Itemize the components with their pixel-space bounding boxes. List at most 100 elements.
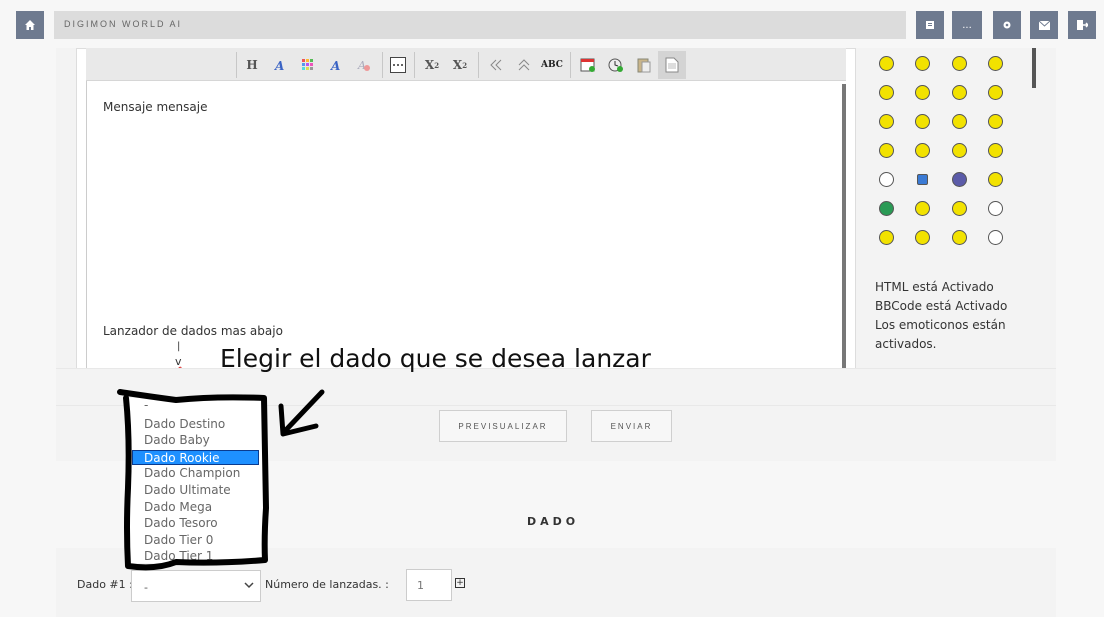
lanzadas-value: 1: [417, 579, 424, 592]
font-color-tool[interactable]: A: [268, 53, 292, 77]
chevron-down-icon: [244, 582, 254, 589]
emoji-icon[interactable]: [915, 114, 930, 129]
emoji-icon[interactable]: [952, 230, 967, 245]
dado-title: DADO: [527, 515, 580, 528]
emoji-scrollbar[interactable]: [1032, 48, 1036, 88]
date-tool[interactable]: [576, 53, 600, 77]
spellcheck-tool[interactable]: ABC: [540, 53, 564, 77]
source-tool[interactable]: [658, 51, 686, 79]
lanzadas-label: Número de lanzadas. :: [265, 578, 389, 591]
dado1-value: -: [144, 581, 148, 594]
home-button[interactable]: [16, 11, 44, 39]
time-tool[interactable]: [604, 53, 628, 77]
spellcheck-icon: ABC: [541, 60, 563, 70]
emoji-icon[interactable]: [915, 230, 930, 245]
logout-button[interactable]: [1068, 11, 1096, 39]
gear-icon: [1003, 21, 1011, 29]
horizontal-rule-tool[interactable]: [386, 53, 410, 77]
emoji-icon[interactable]: [879, 56, 894, 71]
calendar-icon: [580, 58, 595, 72]
emoji-icon[interactable]: [988, 114, 1003, 129]
lanzadas-input[interactable]: 1: [406, 569, 452, 601]
undo-tool[interactable]: [484, 53, 508, 77]
redo-tool[interactable]: [512, 53, 536, 77]
list-button[interactable]: [916, 11, 944, 39]
emoji-icon[interactable]: [915, 143, 930, 158]
mail-button[interactable]: [1030, 11, 1058, 39]
settings-button[interactable]: [993, 11, 1021, 39]
send-button[interactable]: ENVIAR: [591, 410, 672, 442]
emoji-icon[interactable]: [915, 201, 930, 216]
emoji-icon[interactable]: [952, 143, 967, 158]
mail-icon: [1038, 20, 1050, 30]
site-title-bar[interactable]: DIGIMON WORLD AI: [54, 11, 906, 39]
more-button[interactable]: ...: [952, 11, 982, 39]
emoji-icon[interactable]: [988, 56, 1003, 71]
paste-icon: [637, 58, 651, 73]
toolbar-separator: [236, 52, 237, 78]
html-status: HTML está Activado: [875, 280, 994, 294]
palette-tool[interactable]: [296, 53, 320, 77]
emoticons-status-cont: activados.: [875, 337, 937, 351]
font-style-icon: A: [330, 59, 340, 72]
emoji-icon[interactable]: [952, 201, 967, 216]
emoji-icon[interactable]: [879, 201, 894, 216]
emoji-icon[interactable]: [915, 56, 930, 71]
annotation-arrow-icon: [278, 389, 325, 437]
heading-tool[interactable]: H: [240, 53, 264, 77]
toolbar-separator: [478, 52, 479, 78]
site-title: DIGIMON WORLD AI: [64, 19, 183, 29]
font-style-tool[interactable]: A: [324, 53, 348, 77]
horizontal-rule-icon: [390, 57, 406, 73]
heading-icon: H: [246, 58, 258, 72]
list-icon: [926, 21, 934, 29]
emoji-icon[interactable]: [988, 143, 1003, 158]
emoji-icon[interactable]: [952, 56, 967, 71]
emoji-icon[interactable]: [879, 172, 894, 187]
palette-icon: [302, 59, 313, 70]
editor-arrow-mark: |: [177, 341, 181, 352]
svg-text:A: A: [357, 59, 366, 72]
emoji-icon[interactable]: [879, 114, 894, 129]
toolbar-separator: [414, 52, 415, 78]
remove-format-icon: A: [357, 59, 370, 72]
dado1-label: Dado #1 :: [77, 578, 133, 591]
superscript-tool[interactable]: X2: [448, 53, 472, 77]
emoji-icon[interactable]: [988, 85, 1003, 100]
emoji-icon[interactable]: [988, 230, 1003, 245]
emoticons-status: Los emoticonos están: [875, 318, 1006, 332]
annotation-text: Elegir el dado que se desea lanzar: [220, 344, 651, 373]
editor-toolbar: H A A A X2 X2 ABC: [86, 48, 846, 81]
undo-icon: [490, 59, 502, 71]
emoji-icon[interactable]: [952, 172, 967, 187]
editor-line-1: Mensaje mensaje: [103, 100, 208, 114]
editor-arrow-v: v: [175, 355, 182, 368]
remove-format-tool[interactable]: A: [352, 53, 376, 77]
svg-text:A: A: [274, 59, 284, 72]
hand-drawn-outline: [117, 389, 269, 571]
subscript-icon: X: [424, 58, 435, 72]
subscript-tool[interactable]: X2: [420, 53, 444, 77]
paste-tool[interactable]: [632, 53, 656, 77]
emoji-icon[interactable]: [952, 85, 967, 100]
add-dado-button[interactable]: +: [455, 578, 465, 588]
font-color-icon: A: [274, 59, 284, 72]
emoji-icon[interactable]: [952, 114, 967, 129]
emoji-icon[interactable]: [879, 143, 894, 158]
editor-scrollbar[interactable]: [842, 84, 846, 372]
logout-icon: [1076, 20, 1088, 30]
star-icon[interactable]: [917, 174, 928, 185]
document-icon: [665, 57, 679, 73]
preview-button[interactable]: PREVISUALIZAR: [439, 410, 567, 442]
superscript-icon: X: [452, 58, 463, 72]
emoji-icon[interactable]: [915, 85, 930, 100]
home-icon: [25, 20, 35, 30]
emoji-icon[interactable]: [988, 201, 1003, 216]
emoji-panel: [870, 48, 1040, 248]
emoji-icon[interactable]: [879, 230, 894, 245]
svg-text:A: A: [330, 59, 340, 72]
emoji-icon[interactable]: [988, 172, 1003, 187]
editor-line-2: Lanzador de dados mas abajo: [103, 324, 283, 338]
emoji-icon[interactable]: [879, 85, 894, 100]
bbcode-status: BBCode está Activado: [875, 299, 1008, 313]
